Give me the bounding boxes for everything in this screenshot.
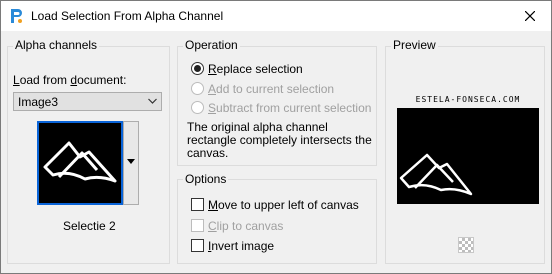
window-title: Load Selection From Alpha Channel	[31, 9, 224, 23]
close-button[interactable]	[509, 1, 551, 31]
channel-thumbnail[interactable]	[37, 121, 123, 205]
clip-to-canvas-checkbox[interactable]	[191, 219, 204, 232]
load-from-document-label: Load from document:	[13, 73, 127, 87]
mountain-thumbnail-image	[43, 141, 117, 183]
radio-selected-dot	[194, 65, 201, 72]
preview-image	[397, 108, 539, 204]
options-title: Options	[183, 172, 229, 186]
add-selection-label[interactable]: Add to current selection	[208, 82, 334, 96]
dialog-window: Load Selection From Alpha Channel Alpha …	[0, 0, 552, 274]
mountain-preview-image	[399, 153, 473, 196]
app-icon	[9, 8, 23, 24]
operation-note: The original alpha channel rectangle com…	[187, 120, 372, 160]
move-to-upper-left-label[interactable]: Move to upper left of canvas	[208, 198, 359, 212]
replace-selection-label[interactable]: Replace selection	[208, 62, 303, 76]
subtract-selection-radio[interactable]	[191, 101, 204, 114]
clip-to-canvas-label[interactable]: Clip to canvas	[208, 219, 283, 233]
alpha-channels-title: Alpha channels	[13, 38, 100, 52]
replace-selection-radio[interactable]	[191, 62, 204, 75]
triangle-down-icon	[127, 159, 135, 164]
title-bar[interactable]: Load Selection From Alpha Channel	[1, 1, 551, 31]
preview-title: Preview	[391, 38, 438, 52]
channel-name-label: Selectie 2	[63, 219, 116, 233]
invert-image-label[interactable]: Invert image	[208, 239, 274, 253]
operation-title: Operation	[183, 38, 240, 52]
move-to-upper-left-checkbox[interactable]	[191, 198, 204, 211]
thumbnail-dropdown-button[interactable]	[123, 121, 139, 205]
chevron-down-icon	[148, 98, 157, 104]
subtract-selection-label[interactable]: Subtract from current selection	[208, 101, 371, 115]
invert-image-checkbox[interactable]	[191, 239, 204, 252]
add-selection-radio[interactable]	[191, 82, 204, 95]
document-select-value: Image3	[18, 95, 59, 109]
watermark-text: ESTELA-FONSECA.COM	[415, 95, 521, 104]
document-select[interactable]: Image3	[13, 92, 162, 111]
close-icon	[525, 11, 535, 21]
transparency-checker-icon[interactable]	[458, 237, 474, 253]
